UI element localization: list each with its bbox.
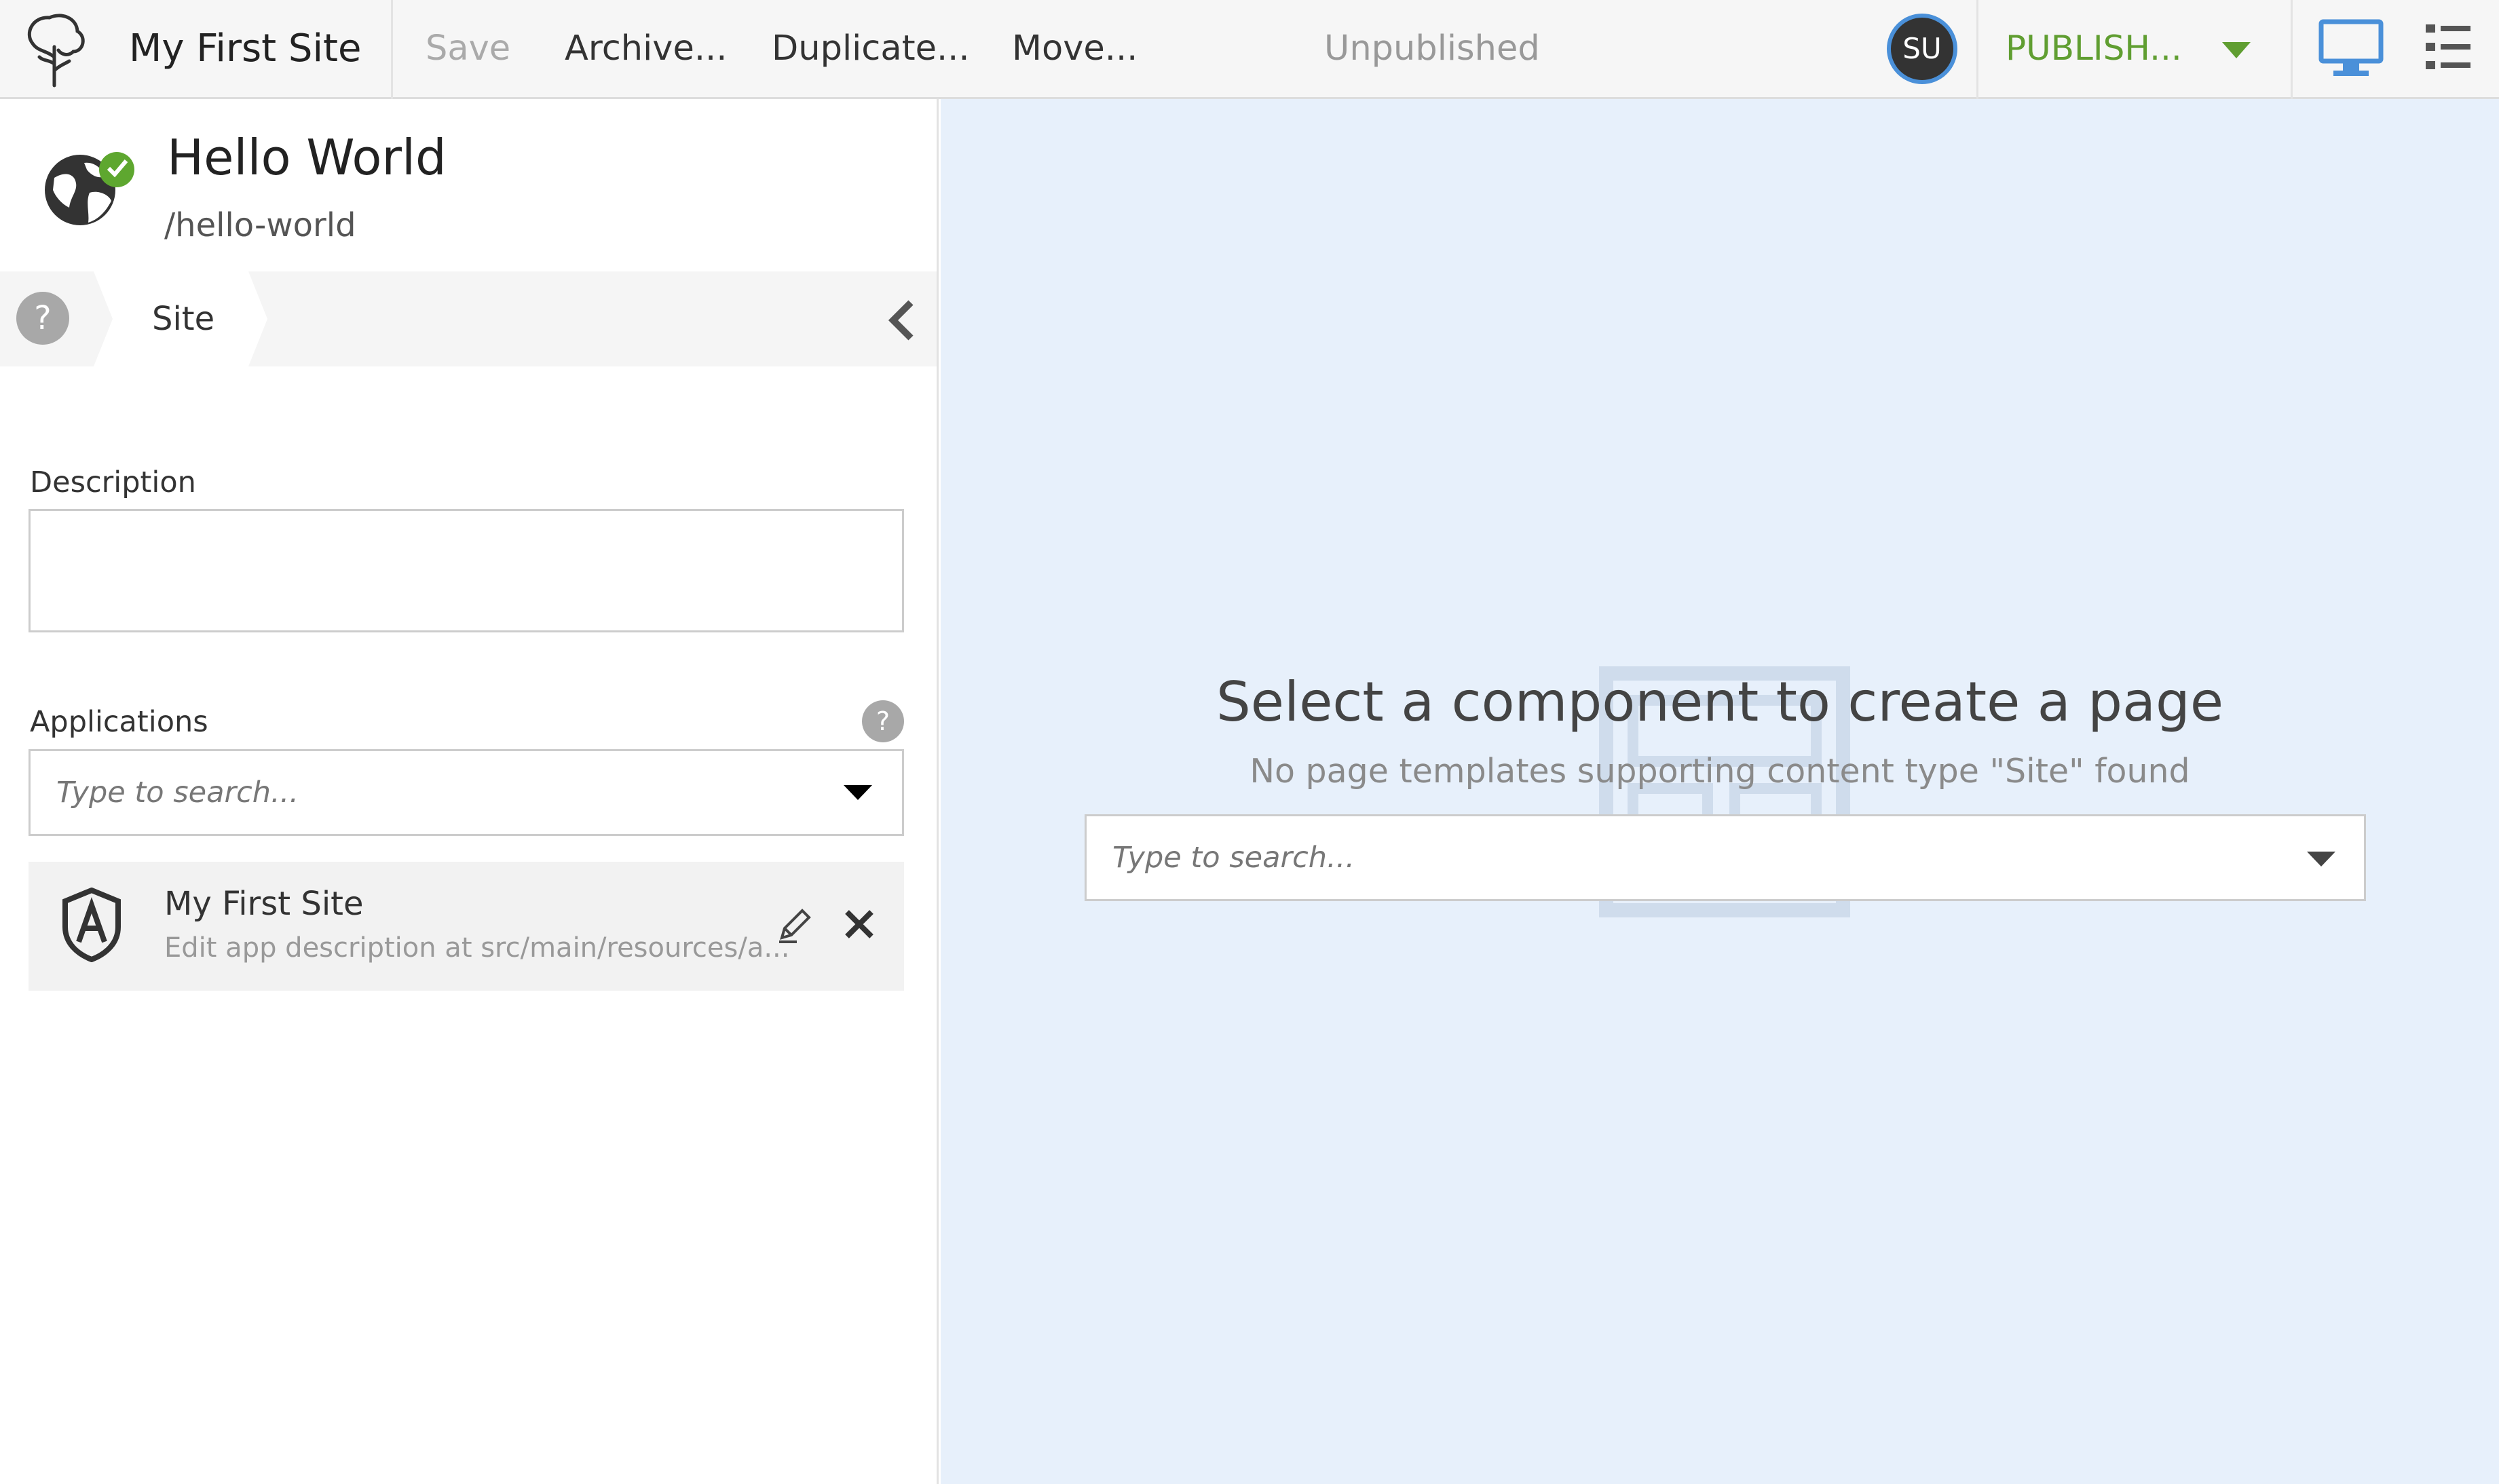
divider (391, 0, 393, 99)
step-tab-site[interactable]: Site (94, 271, 267, 366)
application-name: My First Site (164, 885, 364, 923)
page-template-search-placeholder: Type to search... (1112, 841, 1355, 875)
applications-help-icon[interactable]: ? (862, 700, 904, 742)
page-template-search-input[interactable]: Type to search... (1085, 814, 2366, 901)
remove-close-icon[interactable] (843, 908, 876, 940)
help-question-icon[interactable]: ? (16, 292, 69, 345)
description-label: Description (30, 465, 196, 499)
archive-button[interactable]: Archive... (565, 0, 727, 99)
live-edit-frame: Select a component to create a page No p… (941, 99, 2499, 1484)
top-toolbar: My First Site Save Archive... Duplicate.… (0, 0, 2499, 99)
applications-help-label: ? (876, 706, 890, 736)
content-wizard-panel: Hello World /hello-world ? Site Descript… (0, 99, 939, 1484)
publish-button[interactable]: PUBLISH... (2006, 0, 2182, 99)
empty-page-heading: Select a component to create a page (1216, 670, 2224, 734)
selected-application-item: My First Site Edit app description at sr… (29, 862, 904, 991)
page-template-dropdown-chevron-down-icon[interactable] (2306, 850, 2337, 868)
help-label: ? (34, 299, 52, 337)
content-title[interactable]: Hello World (167, 129, 447, 186)
duplicate-button[interactable]: Duplicate... (772, 0, 970, 99)
published-check-icon (106, 156, 129, 179)
publish-menu-chevron-down-icon[interactable] (2221, 39, 2252, 60)
step-tab-label: Site (152, 300, 215, 338)
step-navigator: ? Site (0, 271, 937, 366)
empty-page-subheading: No page templates supporting content typ… (1250, 752, 2190, 791)
description-textarea[interactable] (29, 509, 904, 632)
tree-logo-icon[interactable] (19, 9, 94, 90)
edit-pencil-icon[interactable] (776, 908, 812, 943)
divider (2291, 0, 2293, 99)
divider (1976, 0, 1978, 99)
avatar-initials: SU (1902, 32, 1942, 65)
user-avatar[interactable]: SU (1887, 14, 1957, 84)
application-description: Edit app description at src/main/resourc… (164, 932, 790, 964)
applications-search-placeholder: Type to search... (56, 776, 299, 810)
context-panel-list-icon[interactable] (2426, 23, 2470, 71)
publish-status: Unpublished (1324, 28, 1540, 69)
save-button[interactable]: Save (426, 0, 510, 99)
applications-dropdown-chevron-down-icon[interactable] (842, 784, 873, 801)
collapse-chevron-left-icon[interactable] (886, 299, 918, 342)
site-name[interactable]: My First Site (129, 0, 361, 99)
content-path[interactable]: /hello-world (164, 206, 356, 244)
applications-search-input[interactable]: Type to search... (29, 749, 904, 836)
applications-label: Applications (30, 705, 208, 739)
application-shield-icon (61, 887, 122, 963)
move-button[interactable]: Move... (1012, 0, 1138, 99)
desktop-preview-icon[interactable] (2318, 19, 2384, 79)
